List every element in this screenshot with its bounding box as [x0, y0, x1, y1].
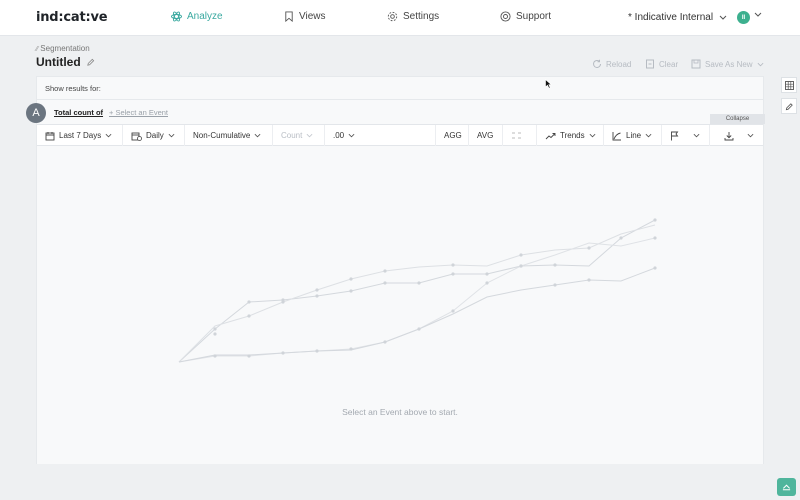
breadcrumb-label: Segmentation: [40, 44, 90, 53]
help-widget-icon: [782, 484, 791, 490]
trends-label: Trends: [560, 131, 585, 140]
chevron-down-icon: [645, 133, 652, 138]
logo[interactable]: ind:cat:ve: [36, 10, 108, 25]
clear-icon: [646, 59, 654, 69]
save-as-new-label: Save As New: [705, 59, 753, 69]
metric-selector[interactable]: Total count of: [54, 108, 103, 117]
annotations-dropdown[interactable]: [662, 125, 710, 146]
count-label: Count: [281, 131, 303, 140]
nav-settings-label: Settings: [403, 11, 440, 22]
trends-dropdown[interactable]: Trends: [537, 125, 604, 146]
atom-icon: [171, 11, 182, 22]
nav-support-label: Support: [516, 11, 552, 22]
chevron-down-icon: [168, 133, 175, 138]
cumulative-label: Non-Cumulative: [193, 131, 251, 140]
nav-analyze-label: Analyze: [187, 11, 223, 22]
avg-label: AVG: [477, 131, 494, 140]
query-row-badge: A: [26, 103, 46, 123]
top-nav: ind:cat:ve Analyze Views Settings Suppor…: [0, 0, 800, 36]
table-view-button[interactable]: [781, 77, 797, 93]
lifebuoy-icon: [500, 11, 511, 22]
calendar-clock-icon: [131, 132, 142, 141]
chevron-down-icon: [693, 133, 700, 138]
interval-label: Daily: [146, 131, 164, 140]
chart-toolbar: Last 7 Days Daily Non-Cumulative Count .…: [37, 124, 763, 146]
mouse-cursor-icon: [545, 79, 552, 89]
query-card: Show results for: Total count of + Selec…: [36, 76, 765, 464]
bookmark-icon: [285, 11, 293, 22]
table-icon: [784, 80, 794, 90]
chart-type-dropdown[interactable]: Line: [604, 125, 662, 146]
export-dropdown[interactable]: [710, 125, 765, 146]
show-results-label: Show results for:: [45, 84, 101, 93]
reload-button[interactable]: Reload: [592, 59, 631, 69]
clear-label: Clear: [659, 59, 679, 69]
reload-label: Reload: [606, 59, 632, 69]
pencil-icon[interactable]: [86, 58, 95, 67]
page-title: Untitled: [36, 55, 95, 69]
chevron-down-icon: [254, 133, 261, 138]
page-title-text[interactable]: Untitled: [36, 55, 81, 69]
flag-icon: [671, 131, 679, 140]
compare-icon: [512, 132, 521, 139]
trend-icon: [545, 132, 556, 139]
cumulative-dropdown[interactable]: Non-Cumulative: [185, 125, 273, 146]
nav-analyze[interactable]: Analyze: [171, 11, 223, 22]
edit-tool-button[interactable]: [781, 98, 797, 114]
reload-icon: [593, 59, 601, 68]
divider: [37, 99, 763, 100]
gear-icon: [387, 11, 398, 22]
chevron-down-icon: [757, 62, 764, 66]
chart-type-label: Line: [626, 131, 642, 140]
chart-area: Select an Event above to start.: [37, 146, 763, 464]
org-selector[interactable]: * Indicative Internal: [628, 12, 727, 23]
compare-button[interactable]: [503, 125, 537, 146]
agg-label: AGG: [444, 131, 462, 140]
nav-settings[interactable]: Settings: [387, 11, 439, 22]
decimals-label: .00: [333, 131, 345, 140]
calendar-icon: [45, 131, 55, 140]
help-widget-button[interactable]: [777, 478, 796, 496]
chevron-down-icon: [306, 133, 313, 138]
nav-views[interactable]: Views: [284, 11, 326, 22]
collapse-button[interactable]: Collapse: [710, 114, 765, 124]
avatar[interactable]: II: [737, 11, 750, 24]
decimals-dropdown[interactable]: .00: [325, 125, 435, 146]
download-icon: [724, 131, 734, 140]
nav-views-label: Views: [299, 11, 326, 22]
save-icon: [691, 59, 701, 69]
select-event-link[interactable]: + Select an Event: [109, 108, 168, 117]
chevron-down-icon: [719, 15, 727, 20]
chevron-down-icon: [589, 133, 596, 138]
org-name: * Indicative Internal: [628, 12, 714, 23]
save-as-new-button[interactable]: Save As New: [691, 59, 764, 69]
line-chart-icon: [612, 131, 621, 140]
agg-button[interactable]: AGG: [435, 125, 469, 146]
breadcrumb[interactable]: ⁄⁄ Segmentation: [36, 44, 90, 53]
clear-button[interactable]: Clear: [645, 59, 678, 69]
chevron-down-icon: [747, 133, 754, 138]
date-range-label: Last 7 Days: [59, 131, 102, 140]
placeholder-line-1: [178, 219, 656, 363]
chevron-down-icon: [105, 133, 112, 138]
date-range-dropdown[interactable]: Last 7 Days: [37, 125, 123, 146]
avg-button[interactable]: AVG: [469, 125, 503, 146]
pencil-icon: [785, 102, 793, 110]
interval-dropdown[interactable]: Daily: [123, 125, 185, 146]
chevron-down-icon: [348, 133, 355, 138]
nav-support[interactable]: Support: [500, 11, 551, 22]
placeholder-line-2: [178, 224, 656, 363]
placeholder-line-3: [178, 237, 656, 363]
chevron-down-icon[interactable]: [754, 12, 762, 17]
count-dropdown[interactable]: Count: [273, 125, 325, 146]
empty-state-message: Select an Event above to start.: [342, 407, 458, 417]
